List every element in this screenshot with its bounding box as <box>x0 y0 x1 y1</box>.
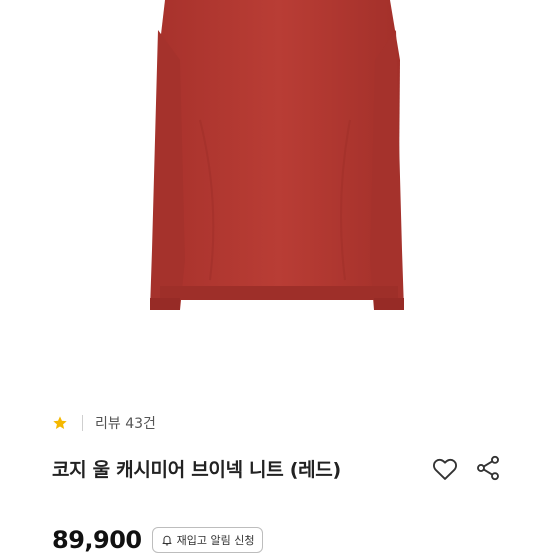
price: 89,900 <box>52 526 142 554</box>
heart-icon[interactable] <box>430 455 460 483</box>
share-icon[interactable] <box>474 454 502 482</box>
divider <box>82 415 83 431</box>
star-icon <box>53 416 67 429</box>
review-count-link[interactable]: 리뷰 43건 <box>95 413 156 433</box>
rating-row[interactable]: 리뷰 43건 <box>52 412 156 434</box>
bell-icon <box>162 535 172 546</box>
restock-alert-button[interactable]: 재입고 알림 신청 <box>151 527 264 553</box>
price-row: 89,900 재입고 알림 신청 <box>52 525 264 555</box>
restock-button-label: 재입고 알림 신청 <box>176 534 255 547</box>
product-image[interactable] <box>0 0 554 380</box>
product-title: 코지 울 캐시미어 브이넥 니트 (레드) <box>52 458 341 481</box>
sweater-illustration <box>150 0 404 310</box>
